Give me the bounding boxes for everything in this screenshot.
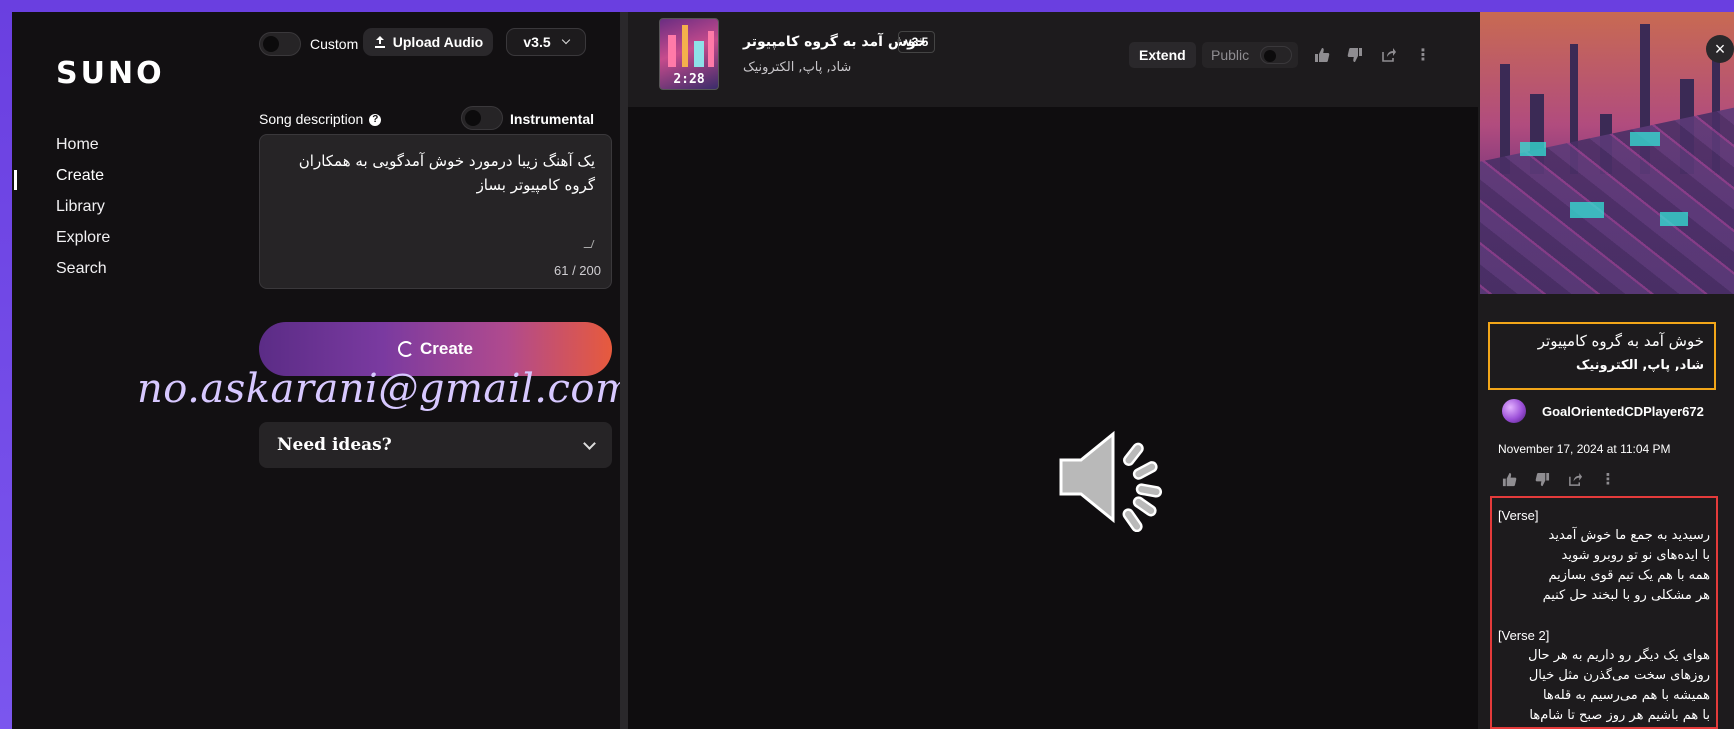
song-details-panel: × خوش آمد به گروه کامپیوتر شاد, پاپ, الک… xyxy=(1478,12,1734,729)
song-thumbnail[interactable]: 2:28 xyxy=(659,18,719,90)
sidebar-item-search[interactable]: Search xyxy=(56,260,107,278)
upload-audio-button[interactable]: Upload Audio xyxy=(363,28,493,56)
sidebar-item-library[interactable]: Library xyxy=(56,198,105,216)
cover-art-image xyxy=(1480,12,1734,294)
create-button-label: Create xyxy=(420,339,473,358)
lyrics-line: هر مشکلی رو با لبخند حل کنیم xyxy=(1542,588,1710,603)
upload-icon xyxy=(374,36,385,48)
details-song-title: خوش آمد به گروه کامپیوتر xyxy=(1537,332,1704,350)
model-version-select[interactable]: v3.5 xyxy=(506,28,586,56)
lyrics-line: هوای یک دیگر رو داریم به هر حال xyxy=(1528,648,1710,663)
lyrics-line: با هم باشیم هر روز صبح تا شام‌ها xyxy=(1529,708,1710,723)
custom-toggle[interactable] xyxy=(259,32,301,56)
instrumental-label: Instrumental xyxy=(510,111,595,127)
lyrics-line: [Verse 2] xyxy=(1498,628,1550,643)
song-genre: شاد, پاپ, الکترونیک xyxy=(743,60,852,75)
resize-handle-icon[interactable] xyxy=(583,240,595,248)
custom-label: Custom xyxy=(310,36,359,52)
created-date: November 17, 2024 at 11:04 PM xyxy=(1498,442,1671,456)
title-highlight-box: خوش آمد به گروه کامپیوتر شاد, پاپ, الکتر… xyxy=(1488,322,1716,390)
panel-divider[interactable] xyxy=(620,12,628,729)
share-icon[interactable] xyxy=(1378,44,1400,66)
app-window: SUNO Home Create Library Explore Search … xyxy=(12,12,1734,729)
chevron-down-icon xyxy=(583,436,596,450)
thumbs-up-icon[interactable] xyxy=(1311,44,1333,66)
lyrics-line: همه با هم یک تیم قوی بسازیم xyxy=(1548,568,1711,583)
lyrics-highlight-box: [Verse] رسیدید به جمع ما خوش آمدید با ای… xyxy=(1490,496,1718,729)
song-description-text[interactable]: یک آهنگ زیبا درمورد خوش آمدگویی به همکار… xyxy=(276,149,595,197)
lyrics-line: رسیدید به جمع ما خوش آمدید xyxy=(1548,528,1710,543)
extend-button[interactable]: Extend xyxy=(1129,42,1196,68)
char-count: 61 / 200 xyxy=(554,263,601,278)
upload-audio-label: Upload Audio xyxy=(392,34,484,50)
version-badge: v3.5 xyxy=(898,31,936,53)
lyrics-line: [Verse] xyxy=(1498,508,1539,523)
song-row[interactable]: 2:28 خوش آمد به گروه کامپیوتر v3.5 شاد, … xyxy=(628,12,1478,107)
more-options-icon[interactable]: ⋮ xyxy=(1597,468,1619,490)
public-toggle[interactable]: Public xyxy=(1202,42,1298,68)
thumbs-down-icon[interactable] xyxy=(1344,44,1366,66)
sidebar-item-create[interactable]: Create xyxy=(56,167,104,185)
more-options-icon[interactable]: ⋮ xyxy=(1412,44,1434,66)
song-duration: 2:28 xyxy=(673,72,705,87)
thumbs-down-icon[interactable] xyxy=(1531,468,1553,490)
sidebar-item-home[interactable]: Home xyxy=(56,136,99,154)
lyrics-line: روزهای سخت می‌گذرن مثل خیال xyxy=(1528,668,1710,683)
lyrics-gap xyxy=(1498,606,1710,626)
need-ideas-accordion[interactable]: Need ideas? xyxy=(259,422,612,468)
lyrics-line: با ایده‌های نو تو روبرو شوید xyxy=(1561,548,1710,563)
help-icon[interactable]: ? xyxy=(369,114,382,127)
avatar[interactable] xyxy=(1502,399,1526,423)
lyrics-line: همیشه با هم می‌رسیم به قله‌ها xyxy=(1542,688,1710,703)
speaker-volume-icon[interactable] xyxy=(1055,422,1175,532)
sidebar-item-explore[interactable]: Explore xyxy=(56,229,110,247)
suno-logo[interactable]: SUNO xyxy=(56,56,165,91)
video-player[interactable] xyxy=(628,107,1478,729)
create-panel: Custom Upload Audio v3.5 Song descriptio… xyxy=(137,12,633,729)
email-watermark: no.askarani@gmail.com xyxy=(137,366,634,412)
loading-spinner-icon xyxy=(398,341,415,357)
share-icon[interactable] xyxy=(1564,468,1586,490)
details-song-genre[interactable]: شاد, پاپ, الکترونیک xyxy=(1500,358,1704,373)
close-button[interactable]: × xyxy=(1706,35,1734,63)
need-ideas-label: Need ideas? xyxy=(277,435,392,455)
model-version-value: v3.5 xyxy=(523,34,551,50)
active-indicator xyxy=(14,170,17,190)
song-description-label: Song description? xyxy=(259,111,382,127)
username[interactable]: GoalOrientedCDPlayer672 xyxy=(1542,404,1704,419)
song-description-input[interactable]: یک آهنگ زیبا درمورد خوش آمدگویی به همکار… xyxy=(259,134,612,289)
chevron-down-icon xyxy=(561,35,570,45)
public-label: Public xyxy=(1211,47,1250,63)
instrumental-toggle[interactable] xyxy=(461,106,503,130)
public-switch[interactable] xyxy=(1260,46,1292,64)
thumbs-up-icon[interactable] xyxy=(1498,468,1520,490)
